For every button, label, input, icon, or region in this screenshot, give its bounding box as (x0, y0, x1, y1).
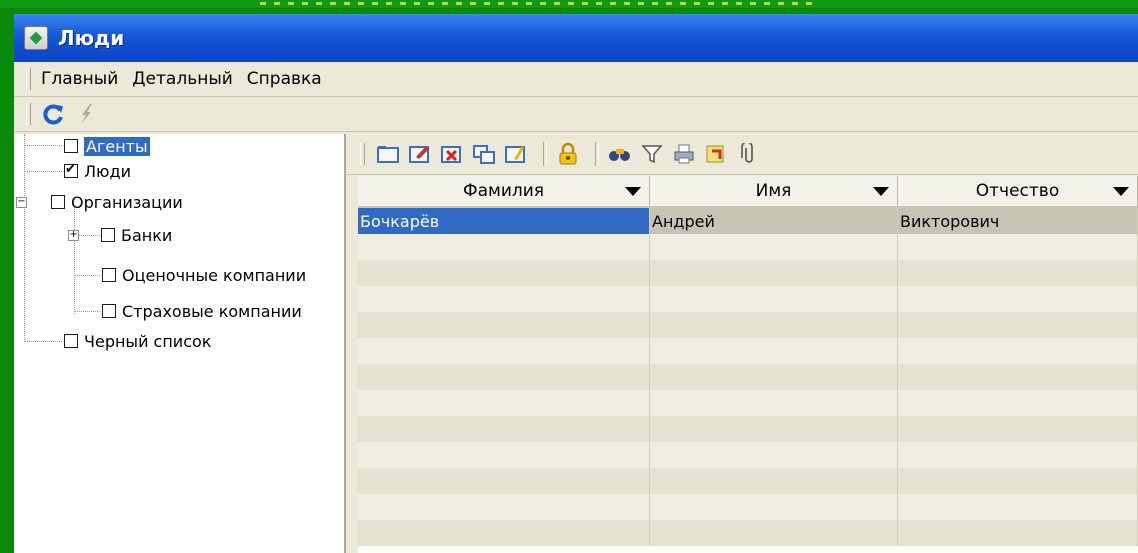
folder-icon (377, 146, 399, 163)
empty-row (358, 364, 1138, 390)
update-button[interactable] (503, 141, 529, 167)
menu-item-detail[interactable]: Детальный (132, 69, 233, 89)
column-header-label: Отчество (975, 181, 1060, 201)
paperclip-icon (741, 143, 753, 163)
empty-row (358, 260, 1138, 286)
people-checkbox[interactable] (64, 162, 78, 178)
tree-item-blacklist[interactable]: Черный список (64, 329, 211, 353)
lock-button[interactable] (555, 141, 581, 167)
column-header-patronymic[interactable]: Отчество (898, 176, 1138, 206)
edit-icon (409, 146, 429, 163)
empty-row (358, 442, 1138, 468)
refresh-icon (43, 104, 63, 125)
filter-button[interactable] (639, 141, 665, 167)
main-toolbar (14, 97, 1138, 132)
empty-row (358, 338, 1138, 364)
sort-arrow-icon[interactable] (1113, 187, 1129, 196)
empty-row (358, 494, 1138, 520)
grid-toolbar (346, 134, 1138, 175)
column-header-lastname[interactable]: Фамилия (358, 176, 650, 206)
tree-item-label: Оценочные компании (122, 265, 307, 285)
menu-bar: Главный Детальный Справка (14, 62, 1138, 97)
background-dots (260, 2, 820, 5)
insurance-checkbox[interactable] (102, 304, 116, 318)
empty-row (358, 234, 1138, 260)
window-title: Люди (58, 26, 125, 50)
people-grid: Фамилия Имя Отчество Бочкарёв Андрей Вик… (358, 176, 1138, 553)
tree-item-organizations[interactable]: − Организации (16, 190, 183, 214)
body-area: Агенты Люди − Организации + Банки Оценоч… (14, 134, 1138, 553)
banks-checkbox[interactable] (101, 228, 115, 242)
toolbar-separator (595, 142, 599, 166)
title-bar[interactable]: Люди (14, 14, 1138, 62)
empty-row (358, 416, 1138, 442)
column-header-firstname[interactable]: Имя (650, 176, 898, 206)
tree-item-insurance[interactable]: Страховые компании (102, 299, 302, 323)
toolbar-grip (26, 103, 31, 125)
tree-item-label: Люди (84, 161, 131, 181)
agents-checkbox[interactable] (64, 139, 78, 153)
delete-icon (441, 146, 461, 163)
grid-header: Фамилия Имя Отчество (358, 176, 1138, 208)
cell-firstname[interactable]: Андрей (650, 208, 898, 234)
printer-icon (674, 144, 694, 164)
lightning-icon (81, 104, 92, 124)
export-icon (706, 145, 724, 163)
empty-row (358, 520, 1138, 546)
lock-icon (559, 142, 577, 165)
edit-button[interactable] (407, 141, 433, 167)
tree-item-appraisal[interactable]: Оценочные компании (102, 263, 306, 287)
tree-item-agents[interactable]: Агенты (64, 134, 150, 158)
empty-row (358, 286, 1138, 312)
sort-arrow-icon[interactable] (625, 187, 641, 196)
tree-item-banks[interactable]: + Банки (68, 223, 172, 247)
find-button[interactable] (607, 141, 633, 167)
export-button[interactable] (703, 141, 729, 167)
expand-icon[interactable]: + (68, 229, 79, 241)
refresh-button[interactable] (41, 101, 67, 127)
app-window: Люди Главный Детальный Справка Агенты ✔ … (14, 14, 1138, 553)
menu-item-main[interactable]: Главный (41, 69, 118, 89)
toolbar-separator (543, 142, 547, 166)
tree-item-label: Банки (121, 225, 173, 245)
copy-icon (473, 145, 495, 164)
toolbar-grip (360, 143, 365, 165)
binoculars-icon (609, 149, 630, 161)
tree-item-label: Агенты (84, 136, 150, 156)
menu-grip (26, 68, 31, 90)
background-stripe (0, 0, 1138, 8)
delete-button[interactable] (439, 141, 465, 167)
filter-icon (641, 145, 663, 164)
tree-item-label: Черный список (84, 331, 212, 351)
sort-arrow-icon[interactable] (873, 187, 889, 196)
empty-row (358, 390, 1138, 416)
menu-item-help[interactable]: Справка (247, 69, 322, 89)
app-icon (24, 26, 48, 50)
open-folder-button[interactable] (375, 141, 401, 167)
cell-lastname[interactable]: Бочкарёв (358, 208, 650, 234)
organizations-checkbox[interactable] (51, 195, 65, 209)
appraisal-checkbox[interactable] (102, 268, 116, 282)
copy-button[interactable] (471, 141, 497, 167)
print-button[interactable] (671, 141, 697, 167)
tree-item-label: Организации (71, 192, 183, 212)
tree-item-label: Страховые компании (122, 301, 302, 321)
tree-item-people[interactable]: Люди (64, 159, 131, 183)
blacklist-checkbox[interactable] (64, 334, 78, 348)
column-header-label: Фамилия (462, 181, 545, 201)
connect-button[interactable] (73, 101, 99, 127)
empty-row (358, 468, 1138, 494)
attach-button[interactable] (735, 141, 761, 167)
cell-patronymic[interactable]: Викторович (898, 208, 1138, 234)
empty-row (358, 312, 1138, 338)
table-row[interactable]: Бочкарёв Андрей Викторович (358, 208, 1138, 234)
column-header-label: Имя (755, 181, 792, 201)
update-icon (505, 146, 525, 163)
right-panel: Фамилия Имя Отчество Бочкарёв Андрей Вик… (346, 134, 1138, 553)
collapse-icon[interactable]: − (16, 196, 27, 208)
category-tree: Агенты Люди − Организации + Банки Оценоч… (14, 134, 346, 553)
